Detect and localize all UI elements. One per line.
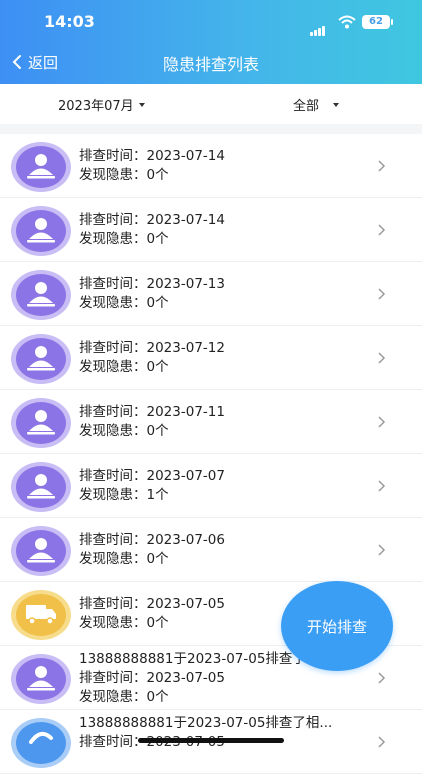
record-text: 排查时间：2023-07-13 发现隐患：0个	[79, 275, 225, 313]
start-inspection-button[interactable]: 开始排查	[281, 581, 393, 671]
inspection-record-row[interactable]: 排查时间：2023-07-07 发现隐患：1个	[0, 454, 422, 518]
user-avatar-icon	[11, 462, 71, 512]
record-text: 排查时间：2023-07-05 发现隐患：0个	[79, 595, 225, 633]
status-bar: 14:03 62	[0, 12, 422, 36]
inspection-record-row[interactable]: 排查时间：2023-07-13 发现隐患：0个	[0, 262, 422, 326]
battery-icon: 62	[362, 15, 393, 29]
record-text: 排查时间：2023-07-14 发现隐患：0个	[79, 147, 225, 185]
record-inspection-time: 排查时间：2023-07-06	[79, 532, 225, 548]
month-filter-label: 2023年07月	[58, 99, 134, 114]
type-filter-label: 全部	[293, 99, 320, 114]
user-avatar-icon	[11, 270, 71, 320]
chevron-right-icon	[376, 542, 386, 556]
inspection-record-row[interactable]: 排查时间：2023-07-06 发现隐患：0个	[0, 518, 422, 582]
record-hazard-count: 发现隐患：0个	[79, 359, 169, 375]
inspection-record-row[interactable]: 排查时间：2023-07-14 发现隐患：0个	[0, 198, 422, 262]
record-hazard-count: 发现隐患：0个	[79, 615, 169, 631]
record-text: 排查时间：2023-07-11 发现隐患：0个	[79, 403, 225, 441]
caret-down-icon	[138, 102, 145, 107]
record-inspection-time: 排查时间：2023-07-14	[79, 212, 225, 228]
caret-down-icon	[333, 102, 340, 107]
chevron-right-icon	[376, 734, 386, 748]
chevron-right-icon	[376, 414, 386, 428]
type-filter-dropdown[interactable]: 全部	[293, 95, 340, 114]
chevron-right-icon	[376, 286, 386, 300]
record-hazard-count: 发现隐患：0个	[79, 295, 169, 311]
inspection-list: 排查时间：2023-07-14 发现隐患：0个 排查时间：2023-07-14 发现隐…	[0, 134, 422, 774]
user-avatar-icon	[11, 206, 71, 256]
record-hazard-count: 发现隐患：1个	[79, 487, 169, 503]
user-avatar-icon	[11, 654, 71, 704]
record-text: 排查时间：2023-07-12 发现隐患：0个	[79, 339, 225, 377]
truck-avatar-icon	[11, 590, 71, 640]
chevron-right-icon	[376, 222, 386, 236]
user-avatar-icon	[11, 526, 71, 576]
record-summary: 13888888881于2023-07-05排查了相...	[79, 715, 333, 731]
record-hazard-count: 发现隐患：0个	[79, 689, 169, 705]
chevron-right-icon	[376, 350, 386, 364]
record-inspection-time: 排查时间：2023-07-11	[79, 404, 225, 420]
inspection-record-row[interactable]: 排查时间：2023-07-12 发现隐患：0个	[0, 326, 422, 390]
record-hazard-count: 发现隐患：0个	[79, 551, 169, 567]
record-hazard-count: 发现隐患：0个	[79, 423, 169, 439]
page-title: 隐患排查列表	[162, 55, 259, 74]
user-avatar-icon	[11, 334, 71, 384]
record-inspection-time: 排查时间：2023-07-12	[79, 340, 225, 356]
chevron-right-icon	[376, 158, 386, 172]
chevron-right-icon	[376, 478, 386, 492]
record-text: 排查时间：2023-07-06 发现隐患：0个	[79, 531, 225, 569]
app-header: 14:03 62 返回 隐患排查列表	[0, 0, 422, 84]
home-indicator	[138, 738, 284, 743]
wifi-icon	[338, 15, 356, 29]
status-time: 14:03	[44, 12, 95, 31]
record-text: 排查时间：2023-07-14 发现隐患：0个	[79, 211, 225, 249]
record-summary: 13888888881于2023-07-05排查了...	[79, 651, 319, 667]
record-text: 排查时间：2023-07-07 发现隐患：1个	[79, 467, 225, 505]
record-text: 13888888881于2023-07-05排查了相...排查时间：2023-0…	[79, 714, 332, 752]
record-inspection-time: 排查时间：2023-07-05	[79, 596, 225, 612]
filter-bar: 2023年07月 全部	[0, 84, 422, 124]
record-inspection-time: 排查时间：2023-07-14	[79, 148, 225, 164]
record-inspection-time: 排查时间：2023-07-13	[79, 276, 225, 292]
chevron-right-icon	[376, 670, 386, 684]
user-avatar-icon	[11, 142, 71, 192]
record-text: 13888888881于2023-07-05排查了... 排查时间：2023-07…	[79, 650, 319, 707]
record-hazard-count: 发现隐患：0个	[79, 231, 169, 247]
signal-icon	[310, 17, 326, 36]
record-avatar-icon	[11, 718, 71, 768]
user-avatar-icon	[11, 398, 71, 448]
inspection-record-row[interactable]: 排查时间：2023-07-14 发现隐患：0个	[0, 134, 422, 198]
record-inspection-time: 排查时间：2023-07-05	[79, 670, 225, 686]
record-hazard-count: 发现隐患：0个	[79, 167, 169, 183]
record-inspection-time: 排查时间：2023-07-07	[79, 468, 225, 484]
month-filter-dropdown[interactable]: 2023年07月	[58, 95, 145, 114]
inspection-record-row[interactable]: 排查时间：2023-07-11 发现隐患：0个	[0, 390, 422, 454]
